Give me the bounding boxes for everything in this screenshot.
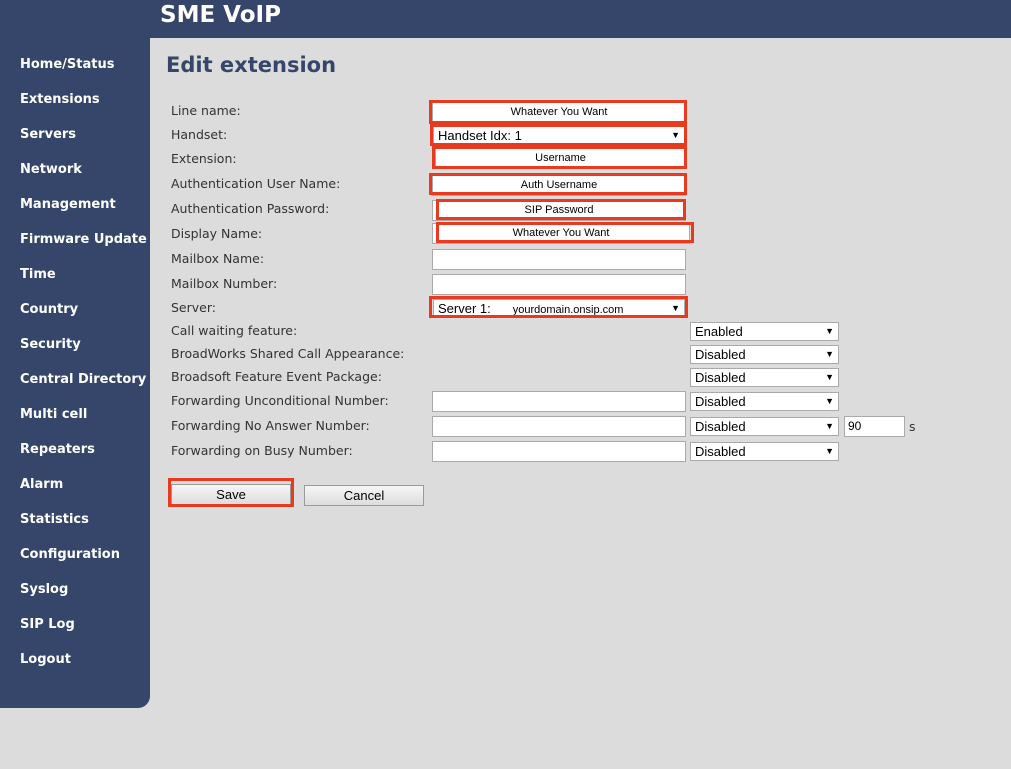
line-name-label: Line name:: [171, 103, 241, 118]
mailbox-name-input[interactable]: [432, 249, 686, 270]
auth-user-highlight: [429, 173, 687, 195]
sidebar-item-country[interactable]: Country: [20, 300, 78, 320]
mailbox-number-input[interactable]: [432, 274, 686, 295]
fwd-busy-label: Forwarding on Busy Number:: [171, 443, 353, 458]
server-highlight: [429, 296, 688, 318]
fwd-no-answer-timeout-input[interactable]: 90: [844, 416, 905, 437]
sidebar-item-syslog[interactable]: Syslog: [20, 580, 68, 600]
fwd-no-answer-unit: s: [909, 419, 916, 434]
server-label: Server:: [171, 300, 216, 315]
broadworks-sca-select-value: Disabled: [695, 347, 746, 362]
sidebar-item-statistics[interactable]: Statistics: [20, 510, 89, 530]
extension-highlight: [432, 146, 687, 169]
sidebar-item-configuration[interactable]: Configuration: [20, 545, 120, 565]
sidebar-item-extensions[interactable]: Extensions: [20, 90, 100, 110]
fwd-no-answer-label: Forwarding No Answer Number:: [171, 418, 370, 433]
display-name-label: Display Name:: [171, 226, 263, 241]
fwd-no-answer-select-value: Disabled: [695, 419, 746, 434]
sidebar-item-logout[interactable]: Logout: [20, 650, 71, 670]
chevron-down-icon: ▼: [825, 349, 834, 359]
sidebar-nav: Home/Status Extensions Servers Network M…: [0, 38, 150, 708]
fwd-unconditional-select-value: Disabled: [695, 394, 746, 409]
fwd-busy-select[interactable]: Disabled ▼: [690, 442, 839, 461]
chevron-down-icon: ▼: [825, 421, 834, 431]
sidebar-item-servers[interactable]: Servers: [20, 125, 76, 145]
extension-label: Extension:: [171, 151, 237, 166]
fwd-no-answer-select[interactable]: Disabled ▼: [690, 417, 839, 436]
auth-password-label: Authentication Password:: [171, 201, 330, 216]
fwd-busy-select-value: Disabled: [695, 444, 746, 459]
auth-user-label: Authentication User Name:: [171, 176, 341, 191]
mailbox-number-label: Mailbox Number:: [171, 276, 278, 291]
cancel-button[interactable]: Cancel: [304, 485, 424, 506]
call-waiting-select-value: Enabled: [695, 324, 743, 339]
save-button-highlight: [168, 478, 294, 507]
sidebar-item-firmware-update[interactable]: Firmware Update: [20, 230, 147, 250]
broadworks-sca-label: BroadWorks Shared Call Appearance:: [171, 346, 405, 361]
sidebar-item-multi-cell[interactable]: Multi cell: [20, 405, 87, 425]
broadsoft-event-label: Broadsoft Feature Event Package:: [171, 369, 382, 384]
handset-highlight: [430, 124, 687, 146]
call-waiting-label: Call waiting feature:: [171, 323, 298, 338]
call-waiting-select[interactable]: Enabled ▼: [690, 322, 839, 341]
auth-password-highlight: [436, 199, 686, 220]
handset-label: Handset:: [171, 127, 228, 142]
sidebar-item-home-status[interactable]: Home/Status: [20, 55, 114, 75]
sidebar-item-sip-log[interactable]: SIP Log: [20, 615, 75, 635]
sidebar-item-network[interactable]: Network: [20, 160, 82, 180]
sidebar-item-management[interactable]: Management: [20, 195, 116, 215]
sidebar-item-central-directory[interactable]: Central Directory: [20, 370, 146, 390]
fwd-unconditional-number-input[interactable]: [432, 391, 686, 412]
sidebar-item-time[interactable]: Time: [20, 265, 56, 285]
chevron-down-icon: ▼: [825, 396, 834, 406]
display-name-highlight: [436, 222, 694, 243]
broadsoft-event-select-value: Disabled: [695, 370, 746, 385]
sidebar-item-alarm[interactable]: Alarm: [20, 475, 63, 495]
chevron-down-icon: ▼: [825, 446, 834, 456]
mailbox-name-label: Mailbox Name:: [171, 251, 265, 266]
broadsoft-event-select[interactable]: Disabled ▼: [690, 368, 839, 387]
chevron-down-icon: ▼: [825, 326, 834, 336]
fwd-no-answer-number-input[interactable]: [432, 416, 686, 437]
line-name-highlight: [429, 100, 687, 124]
fwd-unconditional-label: Forwarding Unconditional Number:: [171, 393, 389, 408]
sidebar-item-repeaters[interactable]: Repeaters: [20, 440, 95, 460]
page-title: Edit extension: [166, 53, 337, 77]
broadworks-sca-select[interactable]: Disabled ▼: [690, 345, 839, 364]
sidebar-item-security[interactable]: Security: [20, 335, 81, 355]
fwd-unconditional-select[interactable]: Disabled ▼: [690, 392, 839, 411]
app-title: SME VoIP: [160, 2, 281, 28]
chevron-down-icon: ▼: [825, 372, 834, 382]
fwd-busy-number-input[interactable]: [432, 441, 686, 462]
top-header: SME VoIP: [0, 0, 1011, 38]
